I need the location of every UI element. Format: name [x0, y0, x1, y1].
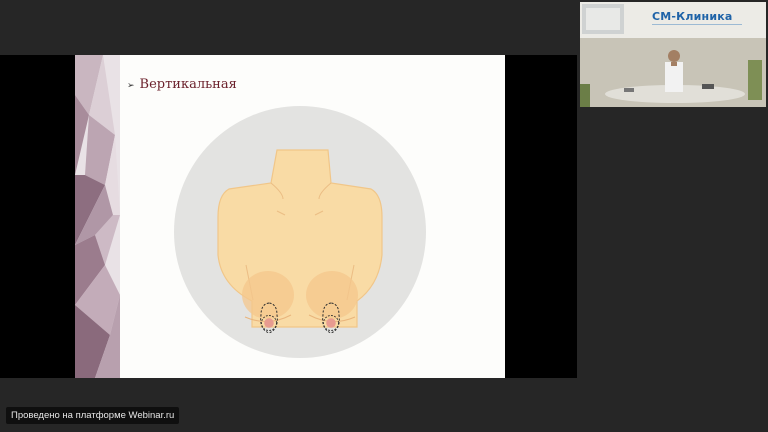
presentation-stage: ➢ Вертикальная: [0, 55, 577, 378]
presentation-slide: ➢ Вертикальная: [75, 55, 505, 378]
platform-watermark: Проведено на платформе Webinar.ru: [6, 407, 180, 424]
presenter-webcam: СМ-Клиника: [580, 2, 766, 107]
slide-decoration-strip: [75, 55, 120, 378]
clinic-logo: СМ-Клиника: [652, 10, 733, 23]
arrow-bullet-icon: ➢: [127, 81, 135, 91]
breast-incision-vertical-diagram-icon: [174, 106, 426, 358]
clinic-tagline-line: [652, 24, 742, 29]
slide-title: ➢ Вертикальная: [127, 77, 237, 92]
slide-title-text: Вертикальная: [139, 77, 237, 92]
